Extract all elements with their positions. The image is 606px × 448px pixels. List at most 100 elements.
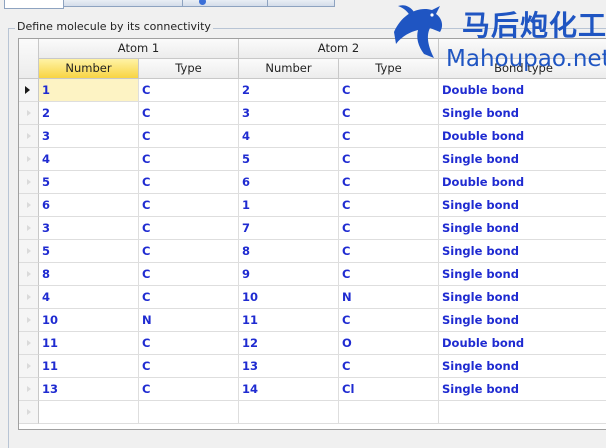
bond-type-cell[interactable]: Single bond [439, 148, 606, 171]
atom2-number-cell[interactable]: 7 [239, 217, 339, 240]
row-header[interactable] [19, 125, 39, 148]
atom2-number-cell[interactable]: 4 [239, 125, 339, 148]
atom1-type-cell[interactable]: C [139, 355, 239, 378]
atom2-number-cell[interactable]: 13 [239, 355, 339, 378]
table-row[interactable]: 11 C 13 C Single bond [19, 355, 606, 378]
atom1-number-cell[interactable]: 8 [39, 263, 139, 286]
column-header-atom1-type[interactable]: Type [139, 59, 239, 79]
atom1-number-cell[interactable]: 3 [39, 125, 139, 148]
connectivity-grid[interactable]: Atom 1 Atom 2 Number Type Number Type Bo… [18, 38, 606, 430]
atom1-number-cell[interactable]: 2 [39, 102, 139, 125]
row-header[interactable] [19, 378, 39, 401]
row-header[interactable] [19, 401, 39, 424]
atom2-number-cell[interactable]: 1 [239, 194, 339, 217]
row-header[interactable] [19, 194, 39, 217]
table-row[interactable]: 1 C 2 C Double bond [19, 79, 606, 102]
atom1-number-cell[interactable]: 13 [39, 378, 139, 401]
atom2-number-cell[interactable] [239, 401, 339, 424]
atom1-number-cell[interactable]: 1 [39, 79, 139, 102]
atom1-type-cell[interactable]: C [139, 286, 239, 309]
row-header[interactable] [19, 309, 39, 332]
tab-4[interactable] [267, 0, 335, 7]
row-header[interactable] [19, 79, 39, 102]
row-header[interactable] [19, 332, 39, 355]
atom2-type-cell[interactable] [339, 401, 439, 424]
atom1-type-cell[interactable]: N [139, 309, 239, 332]
atom2-number-cell[interactable]: 8 [239, 240, 339, 263]
atom1-number-cell[interactable]: 10 [39, 309, 139, 332]
atom2-type-cell[interactable]: C [339, 355, 439, 378]
atom1-type-cell[interactable]: C [139, 102, 239, 125]
row-header[interactable] [19, 240, 39, 263]
atom2-number-cell[interactable]: 9 [239, 263, 339, 286]
atom2-type-cell[interactable]: C [339, 263, 439, 286]
atom2-type-cell[interactable]: C [339, 309, 439, 332]
atom1-number-cell[interactable]: 6 [39, 194, 139, 217]
atom1-type-cell[interactable]: C [139, 125, 239, 148]
table-row[interactable]: 3 C 7 C Single bond [19, 217, 606, 240]
bond-type-cell[interactable]: Single bond [439, 102, 606, 125]
bond-type-cell[interactable] [439, 401, 606, 424]
column-header-atom1-number[interactable]: Number [39, 59, 139, 79]
atom2-type-cell[interactable]: C [339, 125, 439, 148]
atom2-type-cell[interactable]: N [339, 286, 439, 309]
atom1-type-cell[interactable]: C [139, 263, 239, 286]
row-header[interactable] [19, 171, 39, 194]
atom1-type-cell[interactable]: C [139, 332, 239, 355]
atom1-type-cell[interactable]: C [139, 79, 239, 102]
bond-type-cell[interactable]: Single bond [439, 355, 606, 378]
new-row[interactable] [19, 401, 606, 424]
atom2-type-cell[interactable]: C [339, 171, 439, 194]
tab-2[interactable] [63, 0, 183, 7]
table-row[interactable]: 10 N 11 C Single bond [19, 309, 606, 332]
atom1-number-cell[interactable]: 5 [39, 240, 139, 263]
atom1-number-cell[interactable] [39, 401, 139, 424]
tab-3[interactable] [182, 0, 268, 7]
atom2-number-cell[interactable]: 10 [239, 286, 339, 309]
bond-type-cell[interactable]: Single bond [439, 217, 606, 240]
atom2-type-cell[interactable]: C [339, 194, 439, 217]
atom2-number-cell[interactable]: 14 [239, 378, 339, 401]
row-header[interactable] [19, 286, 39, 309]
table-row[interactable]: 5 C 8 C Single bond [19, 240, 606, 263]
row-header[interactable] [19, 102, 39, 125]
atom1-number-cell[interactable]: 3 [39, 217, 139, 240]
atom2-type-cell[interactable]: O [339, 332, 439, 355]
table-row[interactable]: 4 C 5 C Single bond [19, 148, 606, 171]
table-row[interactable]: 3 C 4 C Double bond [19, 125, 606, 148]
bond-type-cell[interactable]: Double bond [439, 125, 606, 148]
column-header-atom2-number[interactable]: Number [239, 59, 339, 79]
atom2-type-cell[interactable]: C [339, 79, 439, 102]
bond-type-cell[interactable]: Single bond [439, 240, 606, 263]
table-row[interactable]: 6 C 1 C Single bond [19, 194, 606, 217]
bond-type-cell[interactable]: Single bond [439, 286, 606, 309]
atom1-type-cell[interactable]: C [139, 171, 239, 194]
atom2-number-cell[interactable]: 6 [239, 171, 339, 194]
table-row[interactable]: 5 C 6 C Double bond [19, 171, 606, 194]
row-header[interactable] [19, 148, 39, 171]
atom2-number-cell[interactable]: 2 [239, 79, 339, 102]
atom1-number-cell[interactable]: 5 [39, 171, 139, 194]
atom2-number-cell[interactable]: 11 [239, 309, 339, 332]
atom2-type-cell[interactable]: C [339, 148, 439, 171]
atom2-type-cell[interactable]: Cl [339, 378, 439, 401]
atom2-type-cell[interactable]: C [339, 217, 439, 240]
row-header[interactable] [19, 355, 39, 378]
bond-type-cell[interactable]: Single bond [439, 263, 606, 286]
table-row[interactable]: 11 C 12 O Double bond [19, 332, 606, 355]
atom1-number-cell[interactable]: 11 [39, 332, 139, 355]
bond-type-cell[interactable]: Single bond [439, 378, 606, 401]
atom2-number-cell[interactable]: 5 [239, 148, 339, 171]
atom1-type-cell[interactable]: C [139, 378, 239, 401]
atom2-type-cell[interactable]: C [339, 102, 439, 125]
table-row[interactable]: 13 C 14 Cl Single bond [19, 378, 606, 401]
atom1-type-cell[interactable]: C [139, 217, 239, 240]
atom1-number-cell[interactable]: 4 [39, 148, 139, 171]
row-header[interactable] [19, 217, 39, 240]
table-row[interactable]: 8 C 9 C Single bond [19, 263, 606, 286]
atom2-number-cell[interactable]: 3 [239, 102, 339, 125]
tab-1[interactable] [4, 0, 64, 9]
atom1-type-cell[interactable] [139, 401, 239, 424]
bond-type-cell[interactable]: Single bond [439, 194, 606, 217]
table-row[interactable]: 4 C 10 N Single bond [19, 286, 606, 309]
